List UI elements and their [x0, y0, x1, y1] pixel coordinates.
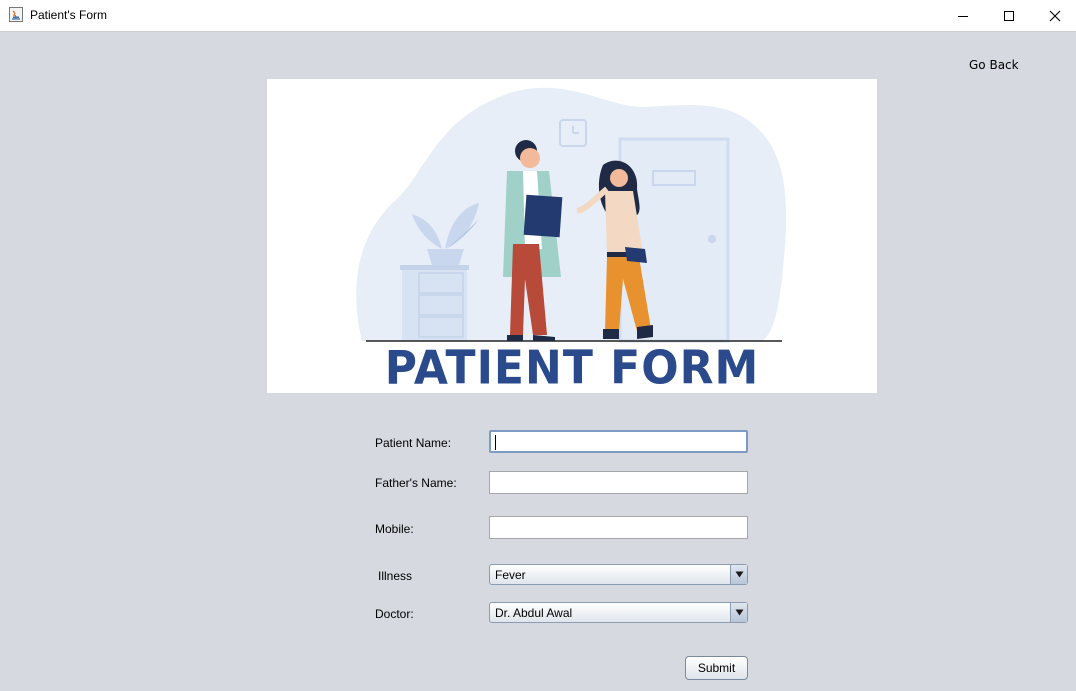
- text-caret: [495, 435, 496, 450]
- banner-title: PATIENT FORM: [384, 341, 760, 393]
- patient-name-input[interactable]: [489, 430, 748, 453]
- father-name-label: Father's Name:: [375, 476, 457, 490]
- java-app-icon: [9, 7, 23, 22]
- close-button[interactable]: [1032, 0, 1076, 31]
- submit-button[interactable]: Submit: [685, 656, 748, 680]
- doctor-label: Doctor:: [375, 607, 414, 621]
- patient-name-label: Patient Name:: [375, 436, 452, 450]
- close-icon: [1049, 10, 1061, 21]
- father-name-input[interactable]: [489, 471, 748, 494]
- doctor-select[interactable]: Dr. Abdul Awal: [489, 602, 748, 623]
- content-pane: Go Back PATIENT FORM Patient Name: Fathe…: [0, 32, 1076, 691]
- illness-label: Illness: [378, 569, 413, 583]
- mobile-input[interactable]: [489, 516, 748, 539]
- illness-selected-value: Fever: [495, 568, 526, 582]
- chevron-down-icon[interactable]: [730, 603, 747, 622]
- maximize-icon: [1004, 10, 1014, 21]
- banner: PATIENT FORM: [267, 79, 877, 393]
- title-bar: Patient's Form: [0, 0, 1076, 32]
- go-back-link[interactable]: Go Back: [969, 58, 1019, 72]
- minimize-button[interactable]: [940, 0, 986, 31]
- window-title: Patient's Form: [30, 8, 107, 22]
- illness-select[interactable]: Fever: [489, 564, 748, 585]
- chevron-down-icon[interactable]: [730, 565, 747, 584]
- mobile-label: Mobile:: [375, 522, 414, 536]
- minimize-icon: [958, 15, 968, 17]
- doctor-selected-value: Dr. Abdul Awal: [495, 606, 573, 620]
- maximize-button[interactable]: [986, 0, 1032, 31]
